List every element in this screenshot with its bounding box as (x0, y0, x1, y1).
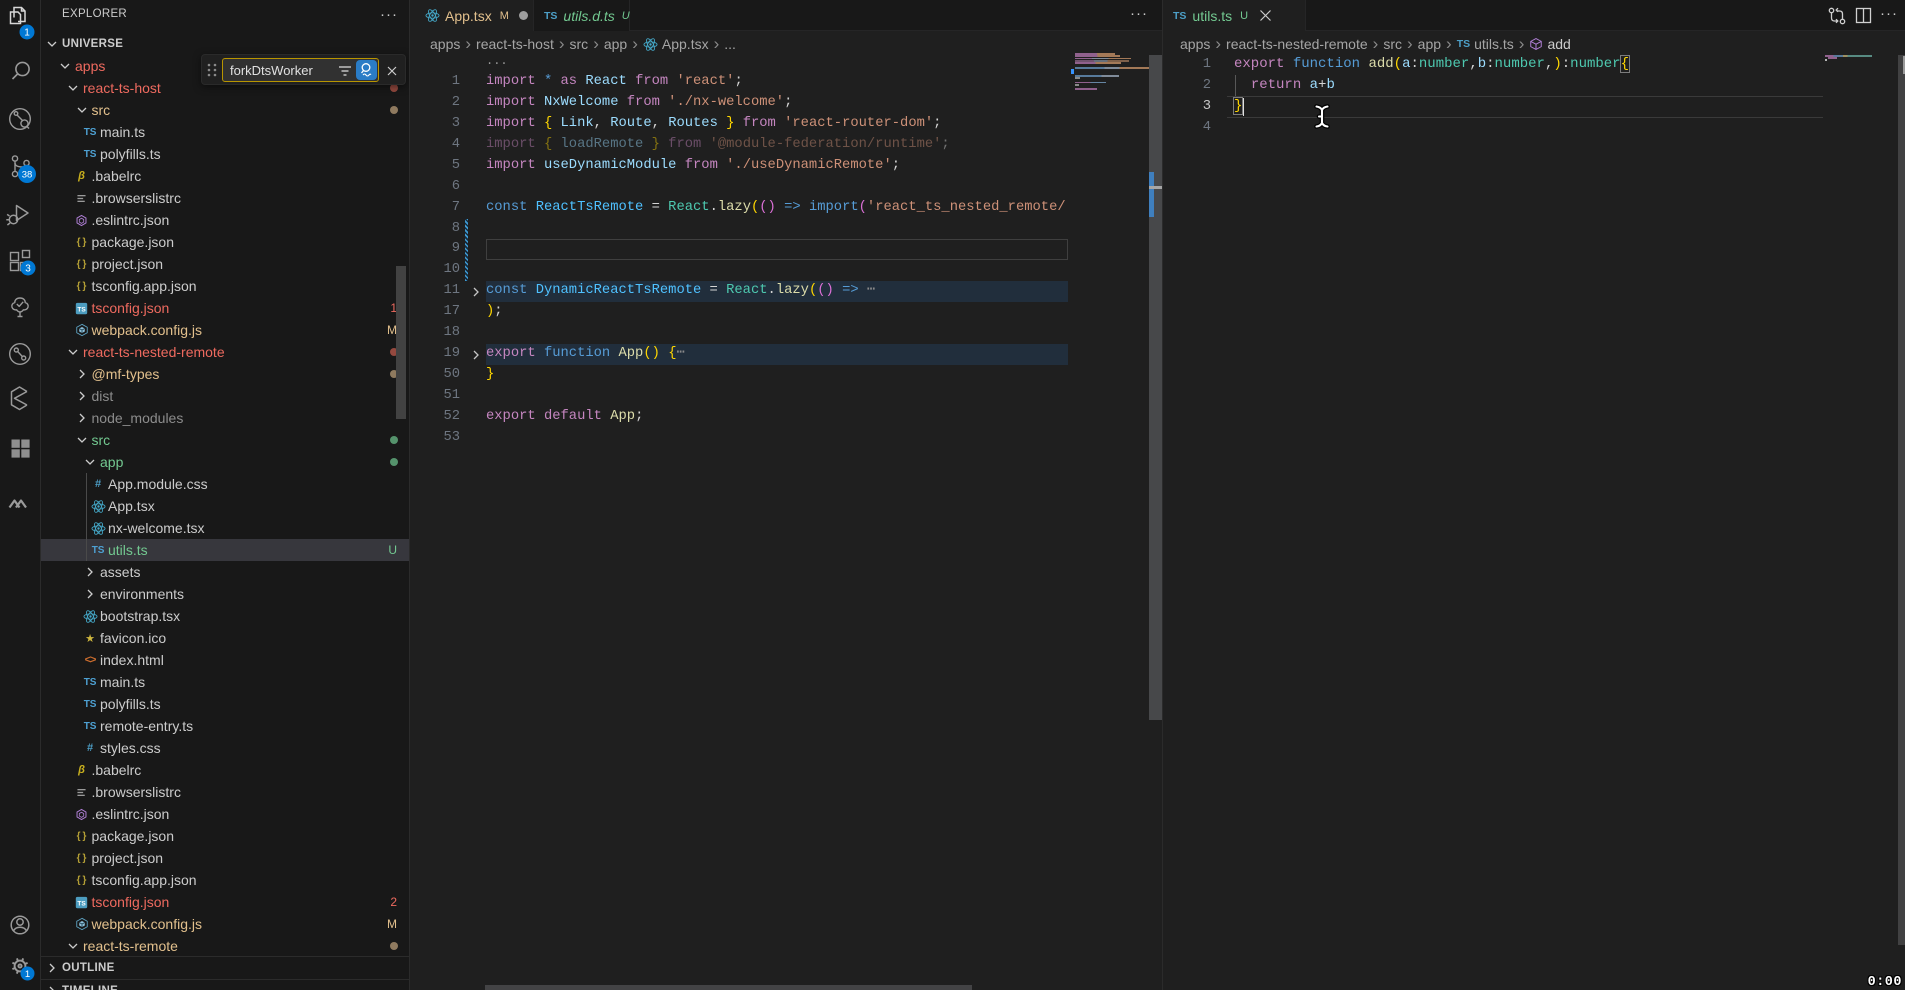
svg-text:TS: TS (77, 900, 86, 907)
svg-text:1: 1 (24, 28, 30, 39)
svg-text:1: 1 (25, 969, 30, 980)
svg-text:38: 38 (22, 170, 33, 181)
svg-text:3: 3 (25, 264, 31, 275)
svg-text:TS: TS (77, 306, 86, 313)
